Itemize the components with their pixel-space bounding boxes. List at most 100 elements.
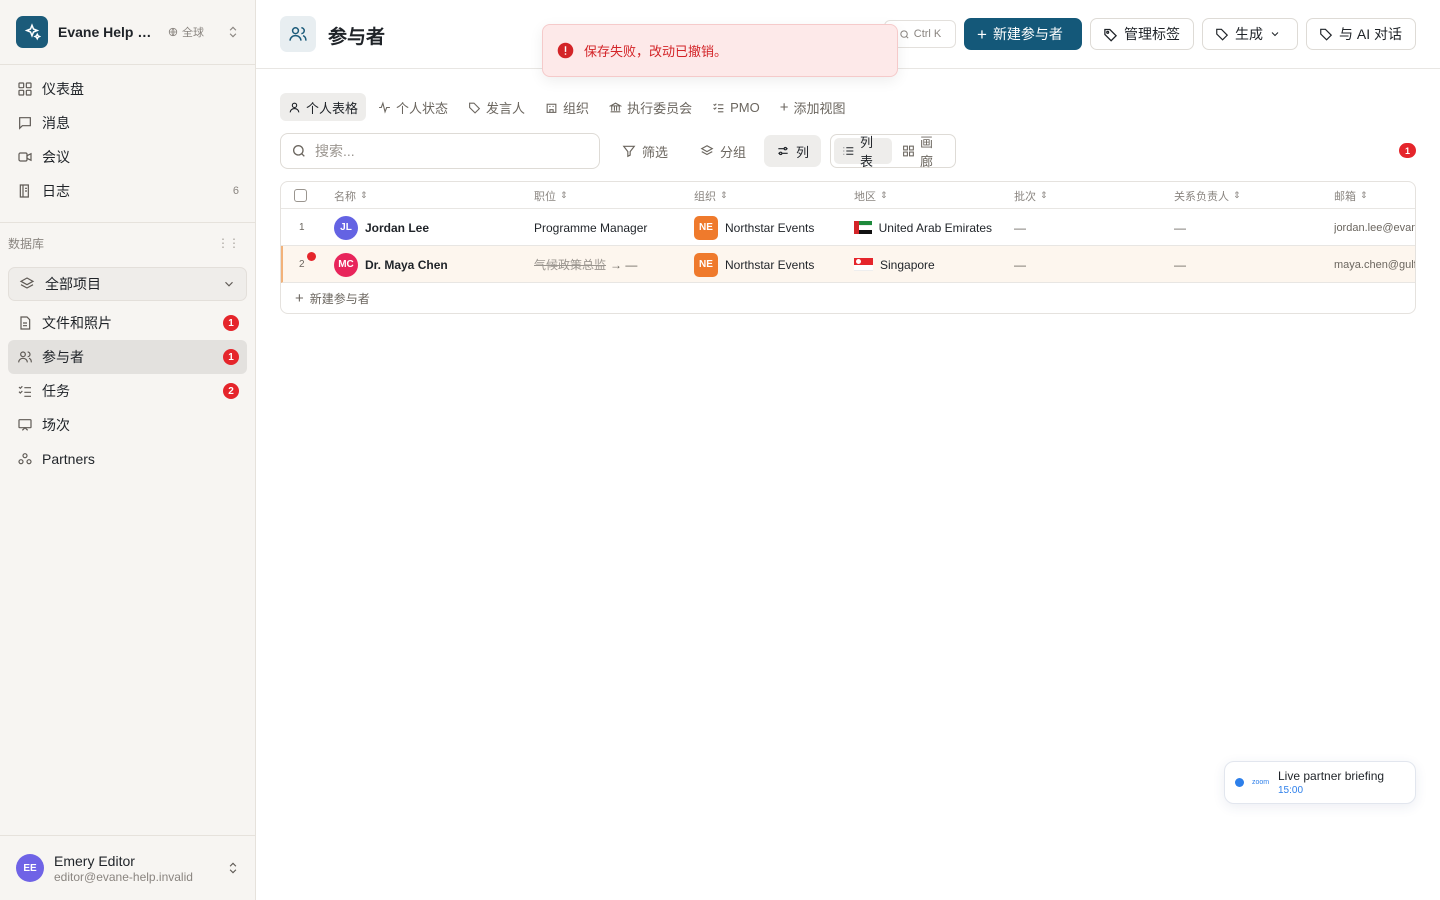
name-cell[interactable]: JL Jordan Lee — [334, 209, 524, 246]
participant-name: Dr. Maya Chen — [365, 257, 448, 272]
region-cell[interactable]: United Arab Emirates — [854, 209, 992, 246]
layers-icon — [19, 276, 35, 292]
tab-executive-committee[interactable]: 执行委员会 — [601, 93, 700, 121]
new-participant-button[interactable]: + 新建参与者 — [964, 18, 1082, 50]
nav-item-log[interactable]: 日志 6 — [8, 174, 247, 208]
add-participant-row[interactable]: + 新建参与者 — [295, 285, 370, 311]
organization-cell[interactable]: NE Northstar Events — [694, 246, 844, 283]
bank-icon — [609, 102, 623, 112]
sort-icon: ⇕ — [360, 190, 368, 200]
shortcut-label: Ctrl K — [913, 28, 942, 40]
manage-tags-button[interactable]: 管理标签 — [1090, 18, 1194, 50]
workspace-switcher[interactable]: Evane Help Center 全球 — [16, 16, 240, 48]
drag-handle-icon[interactable]: ⋮⋮ — [217, 236, 240, 250]
grid-icon — [903, 145, 914, 157]
chevron-updown-icon[interactable] — [226, 25, 240, 39]
tag-icon — [469, 102, 481, 114]
organization-cell[interactable]: NE Northstar Events — [694, 209, 844, 246]
new-participant-label: 新建参与者 — [992, 26, 1063, 42]
column-header-email[interactable]: 邮箱 ⇕ — [1334, 182, 1368, 209]
title-cell[interactable]: Programme Manager — [534, 209, 684, 246]
group-button[interactable]: 分组 — [688, 135, 758, 167]
select-all-checkbox[interactable] — [294, 182, 307, 209]
notification-badge: 2 — [223, 383, 239, 399]
user-menu[interactable]: EE Emery Editor editor@evane-help.invali… — [16, 850, 240, 886]
row-number: 1 — [299, 222, 305, 233]
checklist-icon — [16, 382, 34, 400]
view-gallery-button[interactable]: 画廊 — [894, 135, 952, 169]
filter-icon — [622, 145, 636, 158]
column-header-batch[interactable]: 批次 ⇕ — [1014, 182, 1048, 209]
unsaved-dot-icon — [307, 252, 316, 261]
file-icon — [16, 314, 34, 332]
table-row-highlighted[interactable]: 2 MC Dr. Maya Chen 气候政策总监 → — NE Northst… — [281, 246, 1415, 283]
view-gallery-label: 画廊 — [919, 135, 933, 169]
tab-pmo[interactable]: PMO — [704, 93, 768, 121]
plus-icon: + — [779, 98, 789, 116]
tab-organizations[interactable]: 组织 — [537, 93, 597, 121]
email-cell[interactable]: maya.chen@gulf-climate.invalid — [1334, 246, 1415, 283]
owner-cell[interactable]: — — [1174, 209, 1186, 246]
view-list-button[interactable]: 列表 — [834, 135, 892, 169]
column-header-region[interactable]: 地区 ⇕ — [854, 182, 888, 209]
sliders-icon — [778, 146, 788, 156]
table-row[interactable]: 1 JL Jordan Lee Programme Manager NE Nor… — [281, 209, 1415, 246]
view-tabs: 个人表格 个人状态 发言人 组织 执行委员会 PMO + 添加视图 — [280, 93, 853, 121]
live-briefing-card[interactable]: zoom Live partner briefing 15:00 — [1224, 761, 1416, 804]
nav-label: 仪表盘 — [42, 81, 84, 97]
title-cell[interactable]: 气候政策总监 → — — [534, 246, 684, 283]
list-icon — [843, 147, 854, 155]
column-header-owner[interactable]: 关系负责人 ⇕ — [1174, 182, 1241, 209]
tab-personal-table[interactable]: 个人表格 — [280, 93, 367, 121]
filter-button[interactable]: 筛选 — [610, 135, 680, 167]
chevron-updown-icon[interactable] — [226, 861, 240, 875]
sort-icon: ⇕ — [1040, 190, 1048, 200]
generate-button[interactable]: 生成 — [1202, 18, 1298, 50]
person-icon — [289, 102, 300, 112]
add-row-label: 新建参与者 — [309, 291, 370, 306]
partners-icon — [16, 450, 34, 468]
view-mode-toggle: 列表 画廊 — [830, 134, 956, 169]
column-header-label: 批次 — [1014, 190, 1036, 203]
column-header-label: 名称 — [334, 190, 356, 203]
columns-button[interactable]: 列 — [764, 135, 822, 167]
sidebar-item-label: 文件和照片 — [42, 315, 112, 331]
batch-cell[interactable]: — — [1014, 246, 1026, 283]
main-nav: 仪表盘 消息 会议 日志 6 — [8, 72, 247, 208]
search-input[interactable] — [315, 143, 585, 159]
sidebar-item-files[interactable]: 文件和照片 1 — [8, 306, 247, 340]
column-header-name[interactable]: 名称 ⇕ — [334, 182, 368, 209]
nav-item-dashboard[interactable]: 仪表盘 — [8, 72, 247, 106]
sidebar-item-label: 参与者 — [42, 349, 84, 365]
tab-speakers[interactable]: 发言人 — [460, 93, 533, 121]
tab-label: PMO — [730, 99, 760, 115]
sidebar-item-sessions[interactable]: 场次 — [8, 408, 247, 442]
column-header-title[interactable]: 职位 ⇕ — [534, 182, 568, 209]
view-list-label: 列表 — [859, 135, 873, 169]
sort-icon: ⇕ — [560, 190, 568, 200]
tab-personal-status[interactable]: 个人状态 — [370, 93, 456, 121]
region-cell[interactable]: Singapore — [854, 246, 992, 283]
avatar: EE — [16, 854, 44, 882]
name-cell[interactable]: MC Dr. Maya Chen — [334, 246, 524, 283]
sidebar-item-label: 场次 — [42, 417, 70, 433]
globe-icon — [168, 27, 178, 37]
nav-item-meetings[interactable]: 会议 — [8, 140, 247, 174]
sidebar-item-tasks[interactable]: 任务 2 — [8, 374, 247, 408]
ai-chat-button[interactable]: 与 AI 对话 — [1306, 18, 1416, 50]
sidebar-item-participants[interactable]: 参与者 1 — [8, 340, 247, 374]
nav-item-messages[interactable]: 消息 — [8, 106, 247, 140]
divider — [0, 222, 255, 223]
organization-name: Northstar Events — [725, 220, 815, 235]
tab-add-view[interactable]: + 添加视图 — [772, 93, 854, 121]
search-box[interactable] — [280, 133, 600, 169]
alert-badge[interactable]: 1 — [1399, 143, 1416, 158]
database-select[interactable]: 全部项目 — [8, 267, 247, 301]
column-header-organization[interactable]: 组织 ⇕ — [694, 182, 728, 209]
email-cell[interactable]: jordan.lee@evane-help.invalid — [1334, 209, 1415, 246]
sidebar-item-partners[interactable]: Partners — [8, 442, 247, 476]
batch-cell[interactable]: — — [1014, 209, 1026, 246]
owner-cell[interactable]: — — [1174, 246, 1186, 283]
notification-badge: 1 — [223, 315, 239, 331]
error-toast: 保存失败，改动已撤销。 — [542, 24, 898, 77]
